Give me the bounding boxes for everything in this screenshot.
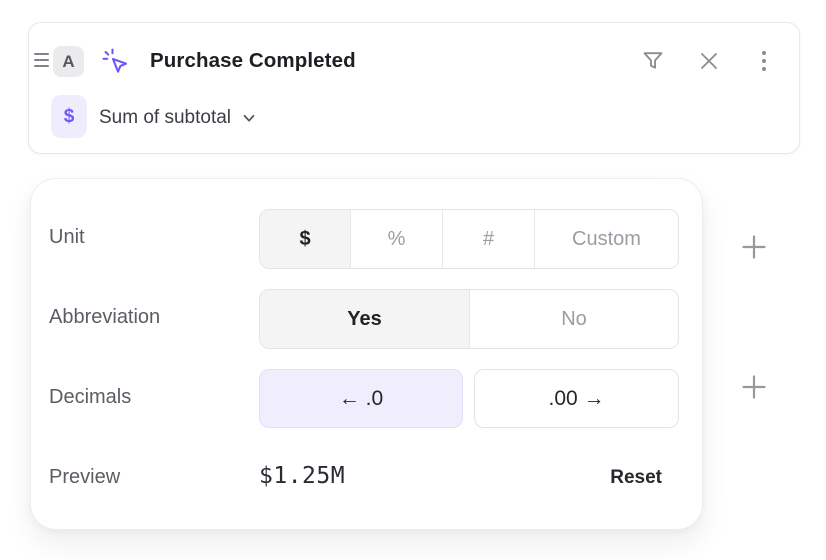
unit-option-dollar[interactable]: $ xyxy=(260,210,350,268)
abbreviation-segmented-control: Yes No xyxy=(259,289,679,349)
event-title[interactable]: Purchase Completed xyxy=(150,49,356,73)
unit-segmented-control: $ % # Custom xyxy=(259,209,679,269)
unit-option-percent[interactable]: % xyxy=(350,210,442,268)
filter-icon[interactable] xyxy=(639,47,667,75)
decimals-label: Decimals xyxy=(49,386,131,409)
preview-value: $1.25M xyxy=(259,463,345,489)
add-event-button-top[interactable] xyxy=(740,233,768,261)
event-card: A Purchase Completed xyxy=(28,22,800,154)
abbreviation-option-yes[interactable]: Yes xyxy=(260,290,469,348)
abbreviation-label: Abbreviation xyxy=(49,306,160,329)
metric-dollar-icon: $ xyxy=(51,95,87,138)
preview-label: Preview xyxy=(49,466,120,489)
event-click-icon xyxy=(99,45,132,78)
metric-label: Sum of subtotal xyxy=(99,107,231,129)
unit-label: Unit xyxy=(49,226,85,249)
event-letter-badge: A xyxy=(53,46,84,77)
chevron-down-icon xyxy=(240,109,258,127)
more-options-icon[interactable] xyxy=(750,47,778,75)
decimals-decrease-button[interactable]: ← .0 xyxy=(259,369,463,428)
unit-option-custom[interactable]: Custom xyxy=(534,210,678,268)
metric-dropdown[interactable]: Sum of subtotal xyxy=(99,103,258,133)
decimals-increase-button[interactable]: .00 → xyxy=(474,369,679,428)
reset-button[interactable]: Reset xyxy=(610,467,662,489)
drag-handle-icon[interactable] xyxy=(34,53,49,67)
add-event-button-bottom[interactable] xyxy=(740,373,768,401)
format-settings-panel: Unit $ % # Custom Abbreviation Yes No De… xyxy=(30,178,703,530)
unit-option-number[interactable]: # xyxy=(442,210,534,268)
screen: A Purchase Completed xyxy=(0,0,826,560)
abbreviation-option-no[interactable]: No xyxy=(469,290,678,348)
close-icon[interactable] xyxy=(695,47,723,75)
